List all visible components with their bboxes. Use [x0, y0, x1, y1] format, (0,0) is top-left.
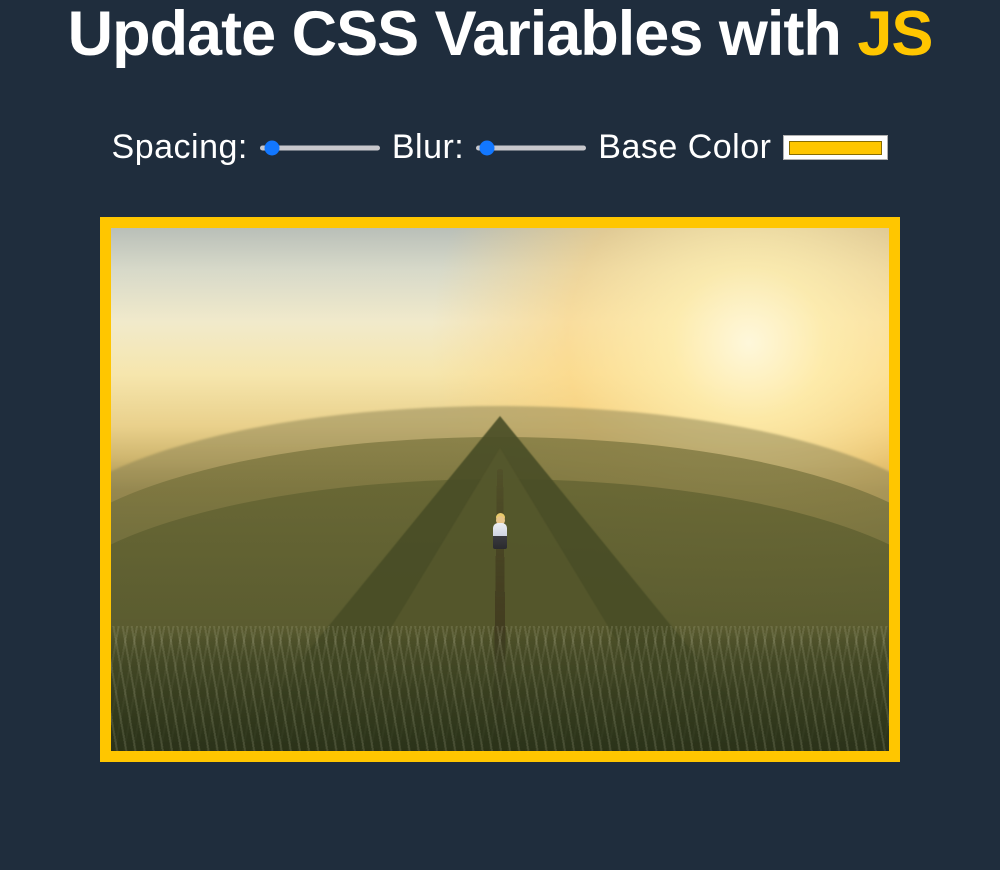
page-title: Update CSS Variables with JS [0, 0, 1000, 68]
slider-thumb[interactable] [480, 140, 495, 155]
blur-slider[interactable] [476, 139, 586, 157]
page-title-prefix: Update CSS Variables with [68, 0, 858, 69]
hero-image [100, 217, 900, 762]
hiker [493, 516, 507, 549]
base-color-picker[interactable] [783, 135, 888, 160]
foreground-grass-right [100, 626, 900, 763]
controls-row: Spacing: Blur: Base Color [0, 128, 1000, 167]
slider-thumb[interactable] [264, 140, 279, 155]
base-color-swatch [789, 141, 882, 155]
base-color-label: Base Color [598, 128, 771, 167]
spacing-slider[interactable] [260, 139, 380, 157]
hiker-body [493, 523, 507, 549]
spacing-label: Spacing: [112, 128, 248, 167]
page-title-accent: JS [857, 0, 932, 69]
blur-label: Blur: [392, 128, 464, 167]
